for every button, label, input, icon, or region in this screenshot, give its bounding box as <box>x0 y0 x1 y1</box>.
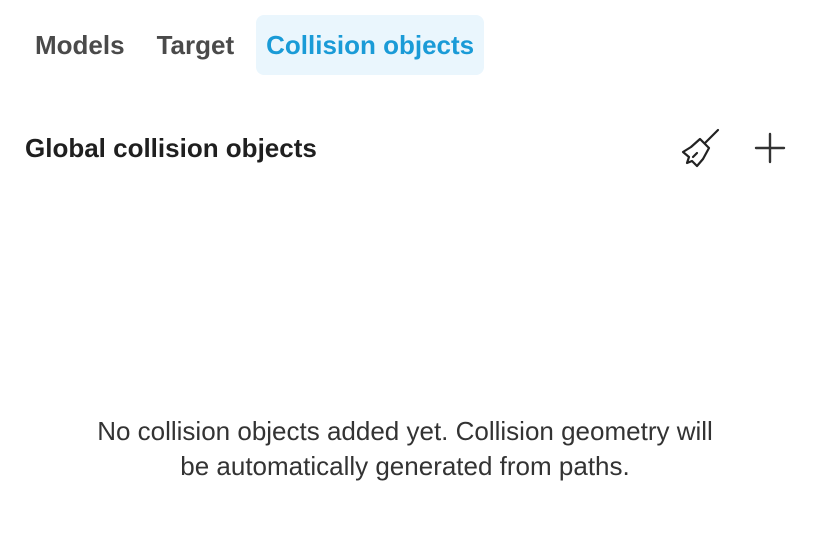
broom-icon <box>681 128 720 168</box>
empty-state-message: No collision objects added yet. Collisio… <box>30 414 780 484</box>
tab-target[interactable]: Target <box>147 15 245 75</box>
add-collision-object-button[interactable] <box>745 123 795 173</box>
clear-button[interactable] <box>675 123 725 173</box>
empty-state-line-1: No collision objects added yet. Collisio… <box>97 416 713 446</box>
empty-state-line-2: be automatically generated from paths. <box>180 451 630 481</box>
section-actions <box>675 123 795 173</box>
collision-objects-panel: Models Target Collision objects Global c… <box>0 0 828 540</box>
tab-models[interactable]: Models <box>25 15 135 75</box>
tab-collision-objects[interactable]: Collision objects <box>256 15 485 75</box>
tab-bar: Models Target Collision objects <box>25 15 485 75</box>
section-title: Global collision objects <box>25 132 317 163</box>
section-header: Global collision objects <box>25 120 795 176</box>
plus-icon <box>754 132 786 164</box>
